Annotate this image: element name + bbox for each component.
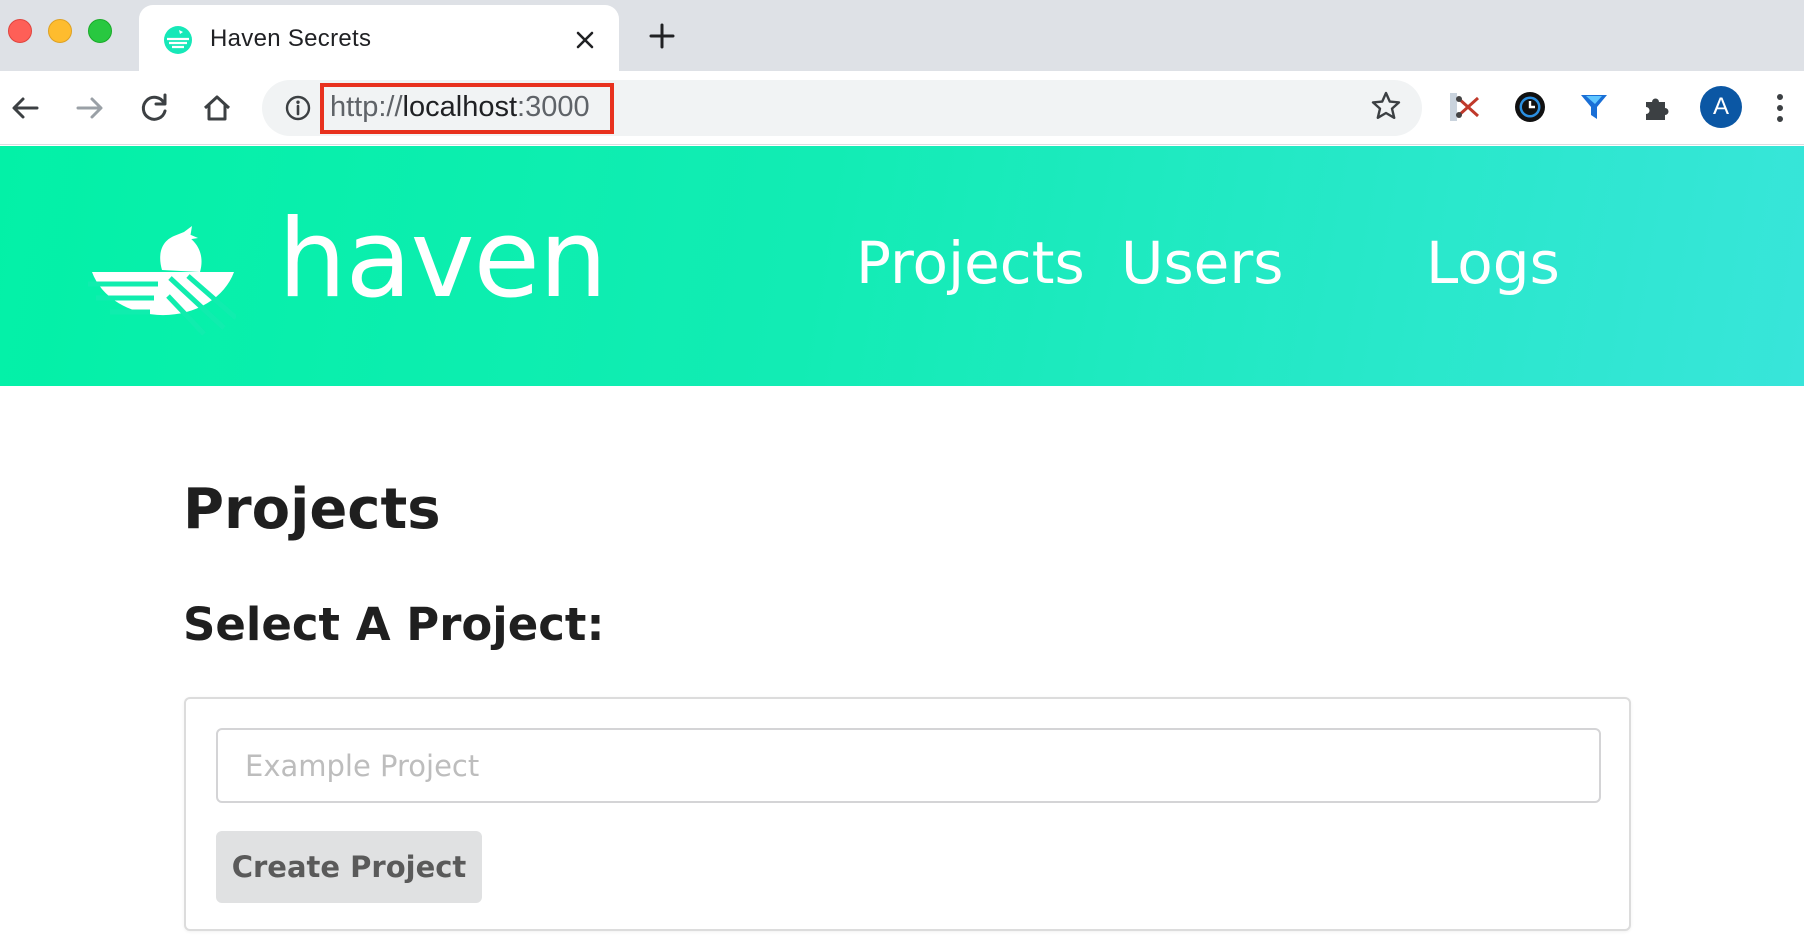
close-tab-icon[interactable] — [572, 27, 598, 53]
url-host: localhost — [402, 91, 518, 123]
profile-avatar[interactable]: A — [1700, 86, 1742, 128]
scissors-extension-icon[interactable] — [1448, 90, 1482, 124]
back-arrow-icon[interactable] — [9, 91, 43, 125]
close-window-button[interactable] — [8, 19, 32, 43]
tab-title: Haven Secrets — [210, 25, 372, 52]
nav-users-link[interactable]: Users — [1121, 234, 1283, 292]
url-scheme: http:// — [330, 91, 403, 123]
url-text[interactable]: http://localhost:3000 — [330, 91, 590, 124]
forward-arrow-icon[interactable] — [72, 91, 106, 125]
page-title: Projects — [183, 477, 441, 542]
url-port: :3000 — [517, 91, 590, 123]
create-project-card: Create Project — [184, 697, 1631, 931]
site-header: haven Projects Users Logs — [0, 146, 1804, 386]
project-name-input[interactable] — [216, 728, 1601, 803]
reload-icon[interactable] — [137, 91, 171, 125]
haven-bird-icon — [164, 26, 192, 54]
star-icon[interactable] — [1370, 90, 1402, 122]
clock-extension-icon[interactable] — [1513, 90, 1547, 124]
maximize-window-button[interactable] — [88, 19, 112, 43]
select-project-heading: Select A Project: — [183, 598, 605, 651]
nav-logs-link[interactable]: Logs — [1426, 234, 1560, 292]
browser-tab-strip: Haven Secrets — [0, 0, 1804, 71]
funnel-extension-icon[interactable] — [1577, 90, 1611, 124]
info-icon[interactable] — [284, 94, 312, 122]
new-tab-icon[interactable] — [648, 22, 676, 50]
create-project-button[interactable]: Create Project — [216, 831, 482, 903]
home-icon[interactable] — [200, 91, 234, 125]
nav-projects-link[interactable]: Projects — [856, 234, 1085, 292]
minimize-window-button[interactable] — [48, 19, 72, 43]
brand-wordmark[interactable]: haven — [278, 206, 607, 314]
browser-tab-active[interactable]: Haven Secrets — [139, 5, 619, 71]
puzzle-extensions-icon[interactable] — [1640, 90, 1674, 124]
haven-logo-icon[interactable] — [88, 218, 236, 336]
more-menu-icon[interactable] — [1772, 92, 1788, 124]
